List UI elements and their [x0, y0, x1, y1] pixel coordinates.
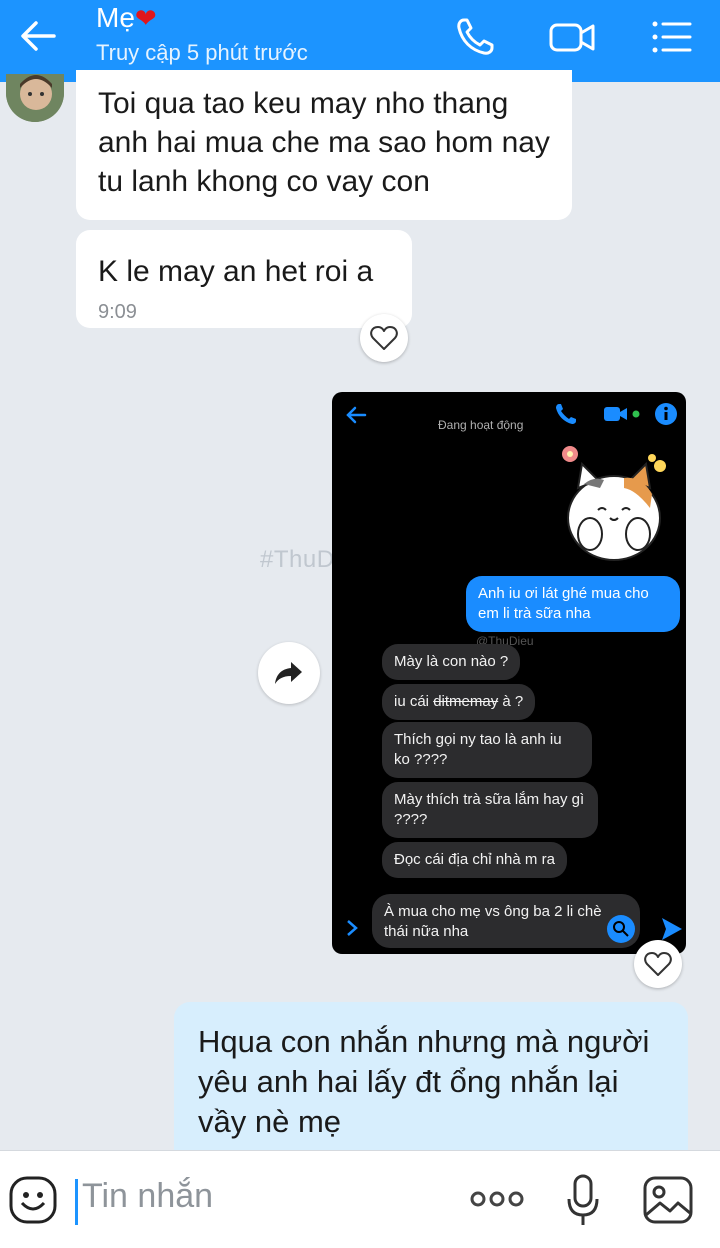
screenshot-input: À mua cho mẹ vs ông ba 2 li chè thái nữa…	[372, 894, 640, 948]
emoji-icon[interactable]	[8, 1175, 58, 1230]
info-icon	[654, 402, 678, 431]
share-forward-button[interactable]	[258, 642, 320, 704]
message-time: 9:09	[98, 301, 137, 323]
back-arrow-icon	[344, 404, 368, 431]
video-call-icon	[602, 402, 644, 431]
search-icon	[606, 914, 636, 949]
image-icon[interactable]	[642, 1175, 694, 1230]
screenshot-message-them: iu cái ditmemay à ?	[382, 684, 536, 720]
forward-arrow-icon	[275, 662, 302, 684]
incoming-message[interactable]: K le may an het roi a 9:09	[76, 230, 412, 328]
chevron-right-icon	[344, 918, 360, 943]
heart-emoji: ❤	[134, 3, 157, 33]
more-icon[interactable]	[470, 1185, 524, 1218]
phone-icon	[554, 402, 578, 431]
contact-name[interactable]: Mẹ❤	[96, 2, 157, 34]
video-call-icon[interactable]	[548, 14, 595, 60]
screenshot-message-them: Đọc cái địa chỉ nhà m ra	[382, 842, 567, 878]
last-seen-status: Truy cập 5 phút trước	[96, 40, 308, 65]
back-arrow-icon[interactable]	[16, 14, 60, 58]
screenshot-status: Đang hoạt động	[438, 418, 524, 432]
screenshot-message-them: Mày thích trà sữa lắm hay gì ????	[382, 782, 598, 838]
heart-reaction-icon[interactable]	[360, 314, 408, 362]
screenshot-message-them: Mày là con nào ?	[382, 644, 521, 680]
avatar[interactable]	[6, 74, 64, 122]
cat-sticker	[554, 438, 674, 571]
menu-list-icon[interactable]	[648, 14, 694, 60]
shared-screenshot-image[interactable]: Đang hoạt động Anh iu ơi lát ghé mua cho…	[332, 392, 686, 954]
text-cursor	[75, 1179, 78, 1225]
heart-reaction-icon[interactable]	[634, 940, 682, 988]
microphone-icon[interactable]	[566, 1173, 600, 1234]
outgoing-message[interactable]: Hqua con nhắn nhưng mà người yêu anh hai…	[174, 1002, 688, 1172]
message-text: K le may an het roi a	[98, 255, 374, 288]
message-input[interactable]: Tin nhắn	[82, 1177, 213, 1216]
screenshot-message-me: Anh iu ơi lát ghé mua cho em li trà sữa …	[466, 576, 680, 632]
phone-icon[interactable]	[452, 14, 498, 60]
message-composer: Tin nhắn	[0, 1150, 720, 1248]
screenshot-message-them: Thích gọi ny tao là anh iu ko ????	[382, 722, 592, 778]
incoming-message[interactable]: Toi qua tao keu may nho thang anh hai mu…	[76, 70, 572, 220]
